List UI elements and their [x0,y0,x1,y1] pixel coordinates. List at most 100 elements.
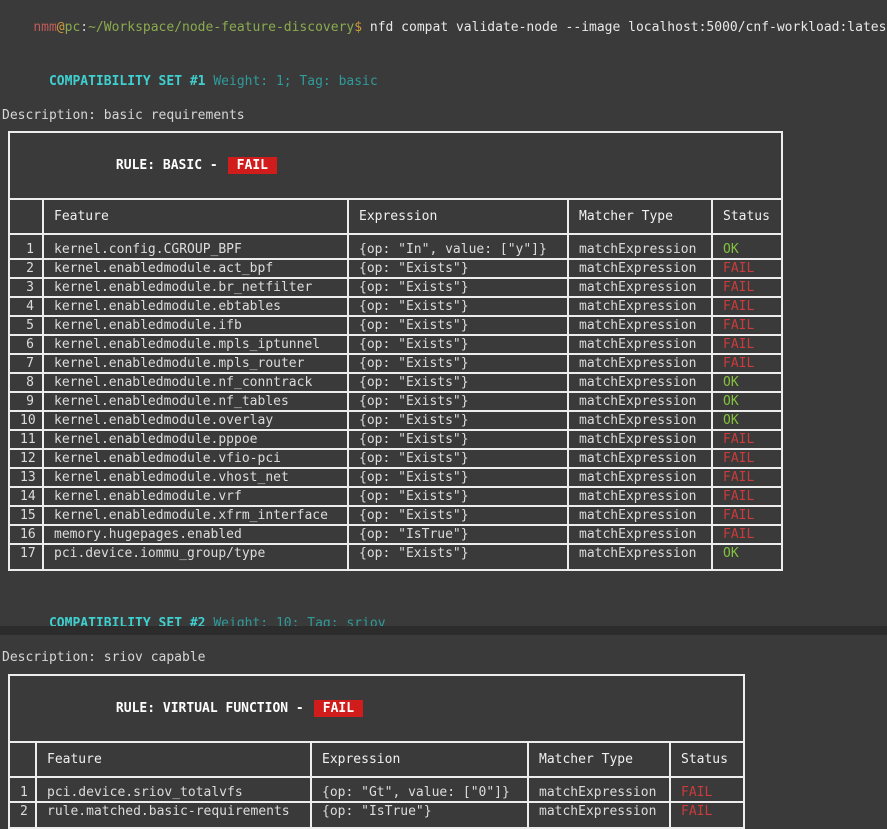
column-header-row: Feature Expression Matcher Type Status [9,742,744,777]
table-row: 11kernel.enabledmodule.pppoe{op: "Exists… [9,430,782,449]
feature-cell: kernel.enabledmodule.br_netfilter [43,278,348,297]
matcher-type-cell: matchExpression [568,335,712,354]
set-title: COMPATIBILITY SET #1 [49,74,206,89]
table-row: 16memory.hugepages.enabled{op: "IsTrue"}… [9,525,782,544]
table-row: 15kernel.enabledmodule.xfrm_interface{op… [9,506,782,525]
row-index-cell: 13 [9,468,43,487]
feature-cell: kernel.enabledmodule.vhost_net [43,468,348,487]
expression-cell: {op: "Exists"} [348,354,568,373]
row-index-cell: 1 [9,234,43,259]
column-header-index [9,199,43,234]
table-row: 4kernel.enabledmodule.ebtables{op: "Exis… [9,297,782,316]
status-cell: OK [712,234,782,259]
status-cell: FAIL [712,297,782,316]
feature-cell: kernel.enabledmodule.nf_conntrack [43,373,348,392]
terminal-window[interactable]: nmm@pc:~/Workspace/node-feature-discover… [0,0,887,829]
matcher-type-cell: matchExpression [568,354,712,373]
feature-cell: kernel.enabledmodule.vrf [43,487,348,506]
set-heading: COMPATIBILITY SET #2 Weight: 10; Tag: sr… [2,598,887,649]
prompt-host: pc [65,20,81,35]
table-row: 13kernel.enabledmodule.vhost_net{op: "Ex… [9,468,782,487]
table-body: 1pci.device.sriov_totalvfs{op: "Gt", val… [9,777,744,828]
matcher-type-cell: matchExpression [568,525,712,544]
status-cell: FAIL [712,525,782,544]
feature-cell: kernel.enabledmodule.vfio-pci [43,449,348,468]
table-row: 10kernel.enabledmodule.overlay{op: "Exis… [9,411,782,430]
row-index-cell: 16 [9,525,43,544]
row-index-cell: 9 [9,392,43,411]
feature-cell: rule.matched.basic-requirements [36,802,311,828]
column-header-status: Status [712,199,782,234]
matcher-type-cell: matchExpression [568,373,712,392]
feature-cell: kernel.enabledmodule.pppoe [43,430,348,449]
feature-cell: kernel.enabledmodule.ebtables [43,297,348,316]
status-cell: OK [712,411,782,430]
status-cell: OK [712,392,782,411]
status-cell: FAIL [670,777,744,802]
matcher-type-cell: matchExpression [528,802,670,828]
table-row: 14kernel.enabledmodule.vrf{op: "Exists"}… [9,487,782,506]
matcher-type-cell: matchExpression [568,234,712,259]
matcher-type-cell: matchExpression [568,544,712,570]
matcher-type-cell: matchExpression [568,259,712,278]
row-index-cell: 15 [9,506,43,525]
status-cell: FAIL [712,487,782,506]
status-cell: FAIL [712,278,782,297]
rule-status-badge: FAIL [314,700,363,717]
row-index-cell: 2 [9,802,36,828]
table-row: 1kernel.config.CGROUP_BPF{op: "In", valu… [9,234,782,259]
set-description: Description: basic requirements [2,107,887,124]
feature-cell: kernel.enabledmodule.mpls_iptunnel [43,335,348,354]
feature-cell: kernel.enabledmodule.overlay [43,411,348,430]
expression-cell: {op: "Exists"} [348,449,568,468]
rule-label: RULE: VIRTUAL FUNCTION - [116,701,304,716]
row-index-cell: 1 [9,777,36,802]
table-row: 2kernel.enabledmodule.act_bpf{op: "Exist… [9,259,782,278]
rule-header-row: RULE: VIRTUAL FUNCTION - FAIL [9,675,744,742]
matcher-type-cell: matchExpression [568,449,712,468]
expression-cell: {op: "IsTrue"} [311,802,528,828]
prompt-line: nmm@pc:~/Workspace/node-feature-discover… [2,2,887,53]
table-row: 1pci.device.sriov_totalvfs{op: "Gt", val… [9,777,744,802]
prompt-separator: : [80,20,88,35]
row-index-cell: 7 [9,354,43,373]
expression-cell: {op: "Exists"} [348,487,568,506]
matcher-type-cell: matchExpression [568,411,712,430]
table-row: 7kernel.enabledmodule.mpls_router{op: "E… [9,354,782,373]
matcher-type-cell: matchExpression [568,487,712,506]
table-row: 17pci.device.iommu_group/type{op: "Exist… [9,544,782,570]
rule-status-badge: FAIL [228,157,277,174]
set-heading: COMPATIBILITY SET #1 Weight: 1; Tag: bas… [2,56,887,107]
status-cell: FAIL [712,354,782,373]
feature-cell: pci.device.sriov_totalvfs [36,777,311,802]
status-cell: FAIL [712,430,782,449]
table-row: 9kernel.enabledmodule.nf_tables{op: "Exi… [9,392,782,411]
row-index-cell: 11 [9,430,43,449]
feature-cell: kernel.enabledmodule.ifb [43,316,348,335]
expression-cell: {op: "Exists"} [348,316,568,335]
column-header-row: Feature Expression Matcher Type Status [9,199,782,234]
expression-cell: {op: "Exists"} [348,468,568,487]
expression-cell: {op: "Exists"} [348,544,568,570]
matcher-type-cell: matchExpression [568,316,712,335]
feature-cell: kernel.enabledmodule.xfrm_interface [43,506,348,525]
row-index-cell: 3 [9,278,43,297]
expression-cell: {op: "Exists"} [348,373,568,392]
table-row: 3kernel.enabledmodule.br_netfilter{op: "… [9,278,782,297]
feature-cell: kernel.enabledmodule.act_bpf [43,259,348,278]
compatibility-set-1: COMPATIBILITY SET #1 Weight: 1; Tag: bas… [2,56,887,571]
status-cell: OK [712,544,782,570]
feature-cell: kernel.config.CGROUP_BPF [43,234,348,259]
expression-cell: {op: "Exists"} [348,392,568,411]
matcher-type-cell: matchExpression [568,297,712,316]
status-cell: FAIL [712,316,782,335]
expression-cell: {op: "Exists"} [348,411,568,430]
column-header-index [9,742,36,777]
row-index-cell: 2 [9,259,43,278]
window-bottom-edge [0,626,887,635]
feature-cell: kernel.enabledmodule.mpls_router [43,354,348,373]
status-cell: FAIL [712,259,782,278]
status-cell: FAIL [712,506,782,525]
expression-cell: {op: "Gt", value: ["0"]} [311,777,528,802]
matcher-type-cell: matchExpression [568,506,712,525]
